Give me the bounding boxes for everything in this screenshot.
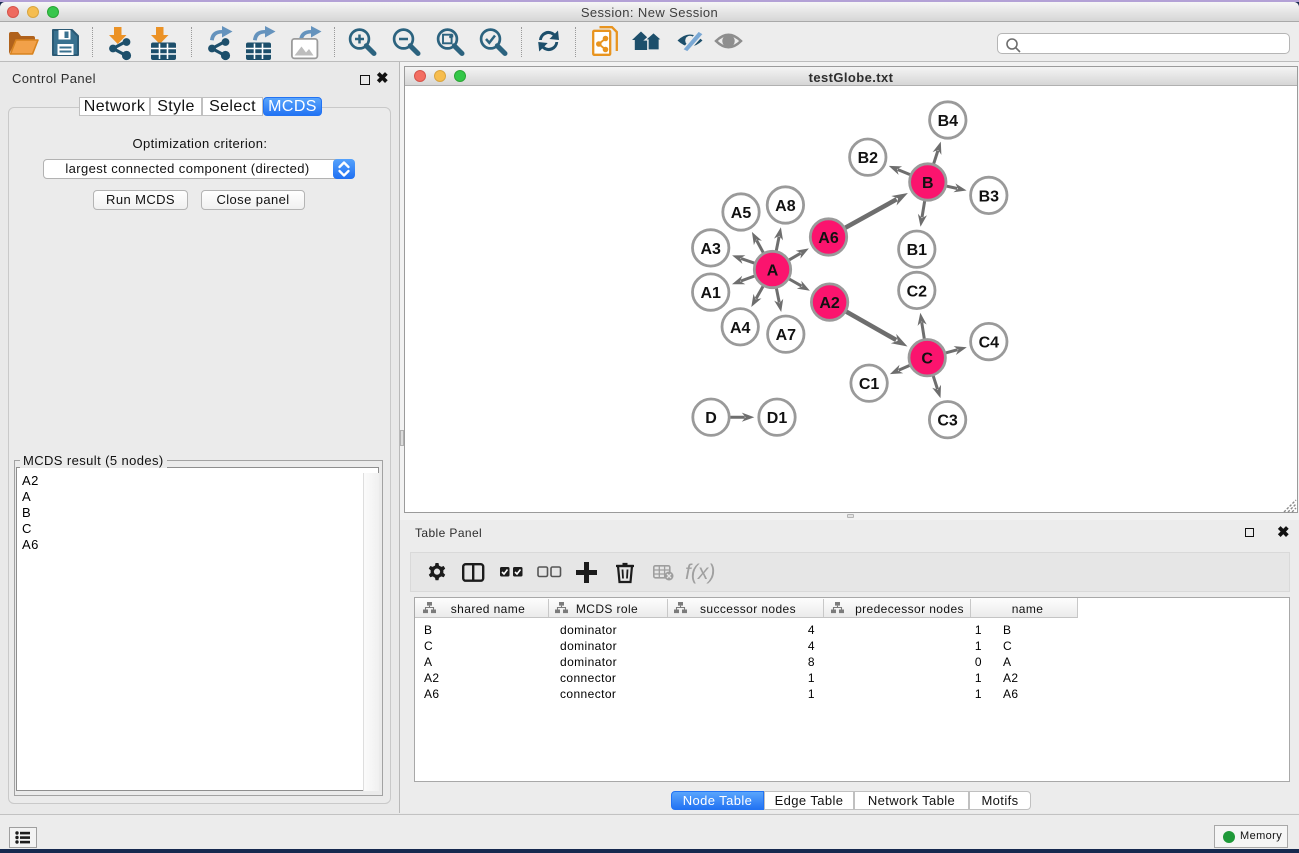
svg-text:A4: A4 [730,320,751,337]
svg-text:A1: A1 [700,285,721,302]
svg-text:C2: C2 [907,283,928,300]
svg-text:A6: A6 [818,230,839,247]
svg-text:D1: D1 [767,410,788,427]
svg-text:B4: B4 [938,113,959,130]
svg-text:A5: A5 [731,205,752,222]
svg-text:C: C [921,351,933,368]
svg-text:A3: A3 [700,241,721,258]
svg-text:A: A [767,263,779,280]
svg-text:B: B [922,175,934,192]
svg-text:C4: C4 [979,335,1000,352]
svg-text:B1: B1 [907,242,928,259]
svg-text:D: D [705,410,717,427]
svg-text:B3: B3 [979,188,1000,205]
svg-text:C3: C3 [937,413,958,430]
svg-text:A2: A2 [819,295,840,312]
svg-text:A8: A8 [775,198,796,215]
svg-text:B2: B2 [858,150,879,167]
svg-text:C1: C1 [859,376,880,393]
svg-text:f(x): f(x) [685,561,715,584]
svg-text:A7: A7 [776,327,797,344]
